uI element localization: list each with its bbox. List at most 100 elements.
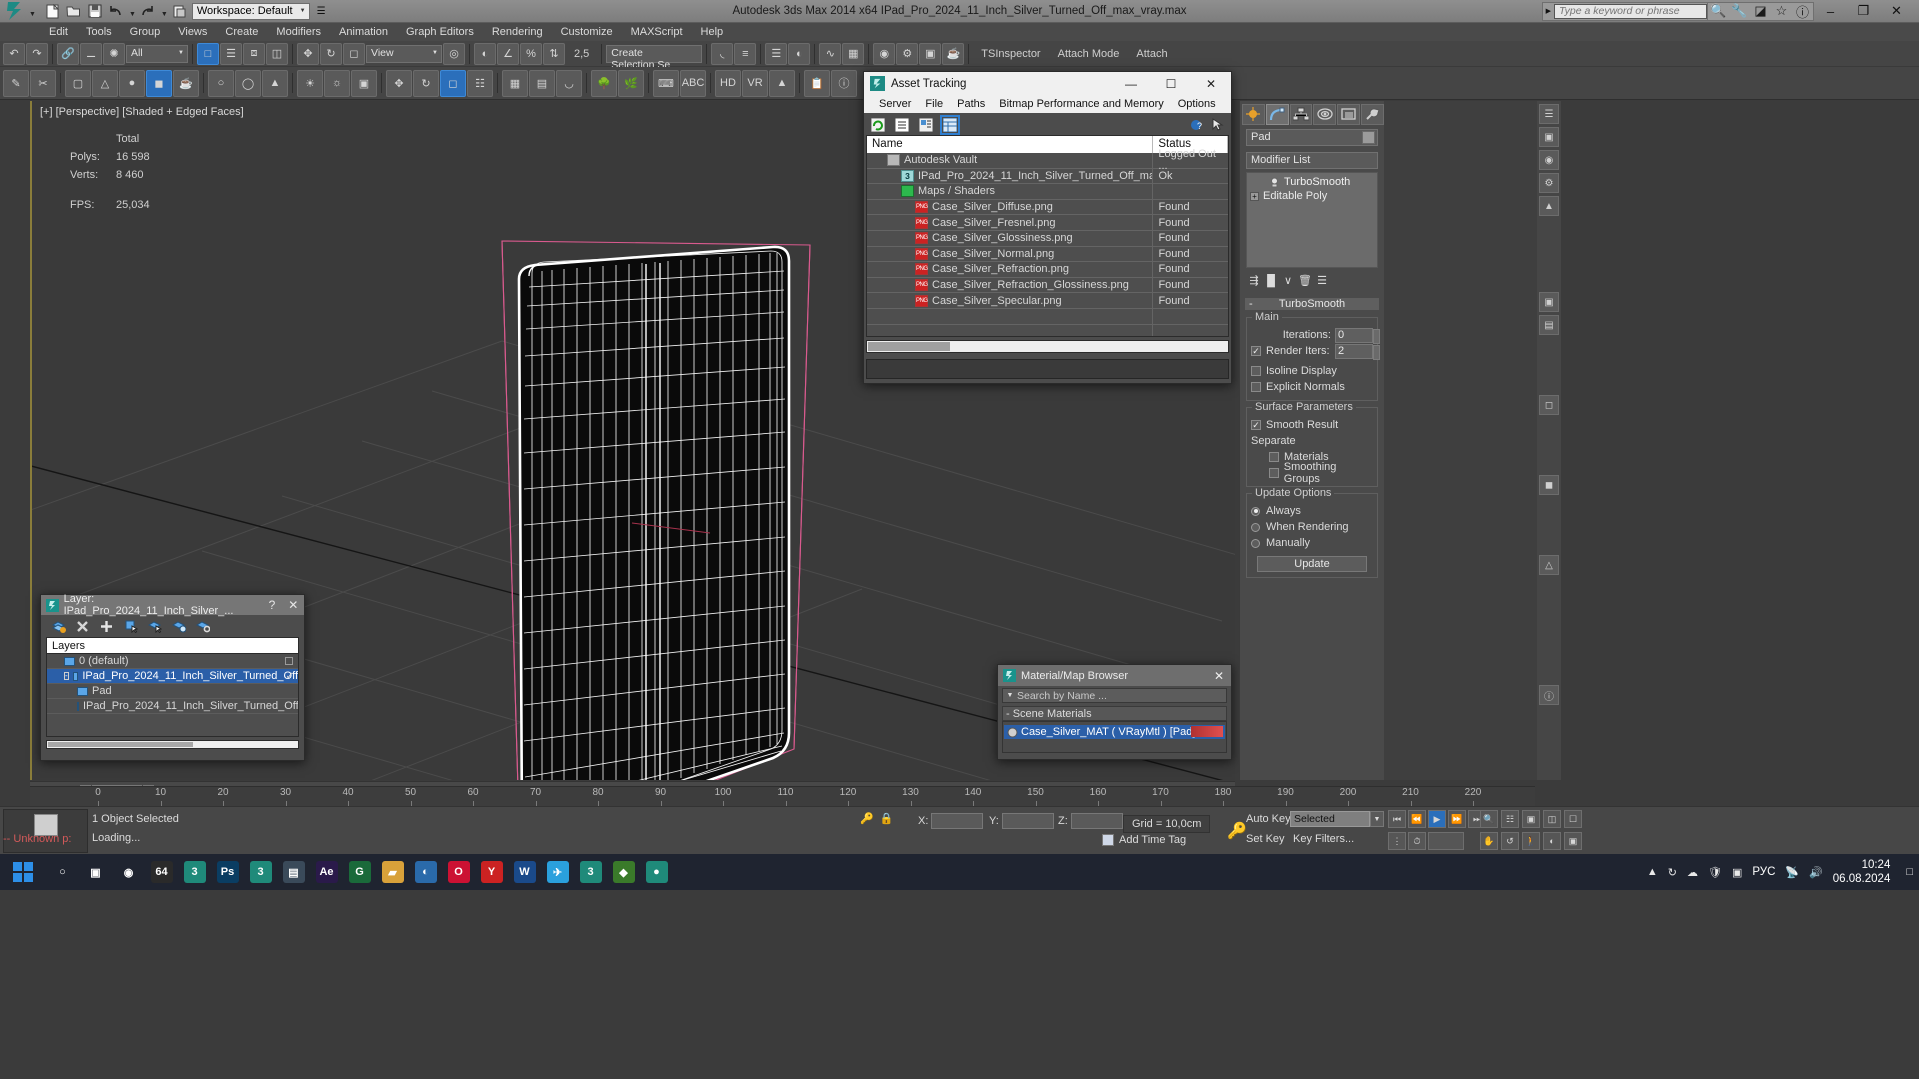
schematic-view-icon[interactable]: ▦ [842,42,865,65]
list-view-icon[interactable] [894,117,910,133]
menu-tools[interactable]: Tools [77,25,121,39]
strip-icon-5[interactable]: ▲ [1539,196,1559,216]
tab-motion[interactable] [1313,104,1337,125]
modifier-stack-item[interactable]: TurboSmooth [1247,175,1377,189]
set-current-layer-icon[interactable] [171,619,186,634]
shield-icon[interactable]: 🛡 [1708,866,1722,879]
zoom-icon[interactable]: 🔍 [1480,810,1498,828]
menu-customize[interactable]: Customize [552,25,622,39]
hdr-tool-icon[interactable]: HD [715,69,741,97]
table-row[interactable]: Autodesk Vault Logged Out ... [867,148,1228,172]
curve-editor-icon[interactable]: ∿ [819,42,842,65]
vr-tool-icon[interactable]: VR [742,69,768,97]
update-always-radio[interactable] [1251,506,1260,516]
strip-icon-8[interactable]: ◻ [1539,395,1559,415]
table-row[interactable]: 3 IPad_Pro_2024_11_Inch_Silver_Turned_Off… [867,168,1228,185]
next-key-icon[interactable]: ⏩ [1448,810,1466,828]
add-to-layer-icon[interactable] [99,619,114,634]
workspace-selector[interactable]: Workspace: Default ▼ [191,2,310,20]
selection-set-combo[interactable]: Selected [1290,811,1370,827]
telegram-icon[interactable]: ✈ [541,854,574,890]
y-field[interactable] [1001,813,1054,829]
help-cursor-icon[interactable] [1211,118,1225,132]
key-mode-toggle-icon[interactable]: ⋮ [1388,832,1406,850]
select-and-rotate-icon[interactable]: ↻ [320,42,342,65]
zoom-region-icon[interactable]: ◫ [1543,810,1561,828]
strip-icon-4[interactable]: ⚙ [1539,173,1559,193]
render-setup-icon[interactable]: ⚙ [896,42,919,65]
material-list-item[interactable]: Case_Silver_MAT ( VRayMtl ) [Pad] [1004,725,1225,739]
list-item[interactable]: 0 (default) [47,654,298,669]
update-manually-radio[interactable] [1251,538,1260,548]
maximize-viewport-icon[interactable]: ☐ [1564,810,1582,828]
sphere-primitive-icon[interactable]: ● [119,69,145,97]
shape-tool-icon[interactable]: ▲ [769,69,795,97]
scene-materials-section-header[interactable]: - Scene Materials [1002,706,1227,721]
walkthrough-icon[interactable]: 🚶 [1522,832,1540,850]
delete-layer-icon[interactable] [75,619,90,634]
spinner-arrows-icon[interactable] [1373,344,1380,360]
strip-icon-2[interactable]: ▣ [1539,127,1559,147]
turbosmooth-rollout-header[interactable]: - TurboSmooth [1244,297,1380,311]
z-field[interactable] [1070,813,1123,829]
lightbulb-icon[interactable] [1269,177,1280,188]
menu-animation[interactable]: Animation [330,25,397,39]
spacing-tool-icon[interactable]: ▤ [529,69,555,97]
aftereffects-icon[interactable]: Ae [310,854,343,890]
graph-editor-icon[interactable]: ◐ [788,42,811,65]
strip-icon-help[interactable]: ⓘ [1539,685,1559,705]
update-when-rendering-radio[interactable] [1251,522,1260,532]
set-key-label[interactable]: Set Key [1246,833,1285,845]
app-menu-caret-icon[interactable]: ▼ [29,11,36,18]
compass-icon[interactable]: ◪ [1750,3,1771,19]
foliage-icon[interactable]: 🌿 [618,69,644,97]
chevron-up-icon[interactable]: ▲ [1647,866,1658,878]
thumbnail-view-icon[interactable] [918,117,934,133]
asset-tracking-titlebar[interactable]: Asset Tracking — ☐ ✕ [864,72,1231,95]
expand-collapse-icon[interactable]: - [64,672,69,680]
scroll-thumb[interactable] [868,342,950,351]
network-icon[interactable]: 📡 [1785,866,1799,879]
goto-start-icon[interactable]: ⏮ [1388,810,1406,828]
snaps-toggle-icon[interactable]: ◐ [474,42,496,65]
layer-list[interactable]: 0 (default) - IPad_Pro_2024_11_Inch_Silver… [46,653,299,737]
orbit-icon[interactable]: ↺ [1501,832,1519,850]
modifier-stack[interactable]: TurboSmooth + Editable Poly [1246,172,1378,268]
material-search-box[interactable]: ▼ Search by Name ... [1002,688,1227,703]
prev-key-icon[interactable]: ⏪ [1408,810,1426,828]
object-name-field[interactable]: Pad [1246,129,1378,146]
menu-graph-editors[interactable]: Graph Editors [397,25,483,39]
zoom-all-icon[interactable]: ☷ [1501,810,1519,828]
menu-group[interactable]: Group [121,25,170,39]
yandex-icon[interactable]: Y [475,854,508,890]
viewport-label[interactable]: [+] [Perspective] [Shaded + Edged Faces] [40,106,244,118]
at-menu-bitmap-performance[interactable]: Bitmap Performance and Memory [992,97,1170,111]
zoom-extents-icon[interactable]: ▣ [1522,810,1540,828]
tab-create[interactable] [1242,104,1265,125]
asset-tracking-close[interactable]: ✕ [1191,72,1231,95]
key-toggle-icon[interactable]: 🔑 [1227,821,1247,841]
table-row[interactable]: Case_Silver_Glossiness.png Found [867,230,1228,247]
minimize-button[interactable]: – [1814,0,1847,22]
calculator-icon[interactable]: ▤ [277,854,310,890]
wrench-icon[interactable]: 🔧 [1729,3,1750,19]
table-row[interactable]: Case_Silver_Fresnel.png Found [867,215,1228,231]
search-box[interactable]: ▶ [1541,1,1708,21]
workspace-menu-icon[interactable]: ☰ [317,6,326,17]
asset-tracking-icon[interactable]: 📋 [804,69,830,97]
max3-icon[interactable]: 3 [178,854,211,890]
storm-icon[interactable]: ◐ [409,854,442,890]
scene-materials-list[interactable]: Case_Silver_MAT ( VRayMtl ) [Pad] [1002,721,1227,753]
select-similar-icon[interactable]: ☷ [467,69,493,97]
task-view-icon[interactable]: ▣ [79,854,112,890]
search-input[interactable] [1554,3,1707,19]
rotate-gizmo-icon[interactable]: ↻ [413,69,439,97]
table-row[interactable]: Case_Silver_Diffuse.png Found [867,199,1228,216]
word-icon[interactable]: W [508,854,541,890]
pyramid-primitive-icon[interactable]: ▲ [262,69,288,97]
field-of-view-icon[interactable]: ◐ [1543,832,1561,850]
configure-sets-icon[interactable]: ☰ [1314,273,1330,289]
table-row[interactable] [867,308,1228,325]
volume-icon[interactable]: 🔊 [1809,866,1823,879]
strip-icon-7[interactable]: ▤ [1539,315,1559,335]
